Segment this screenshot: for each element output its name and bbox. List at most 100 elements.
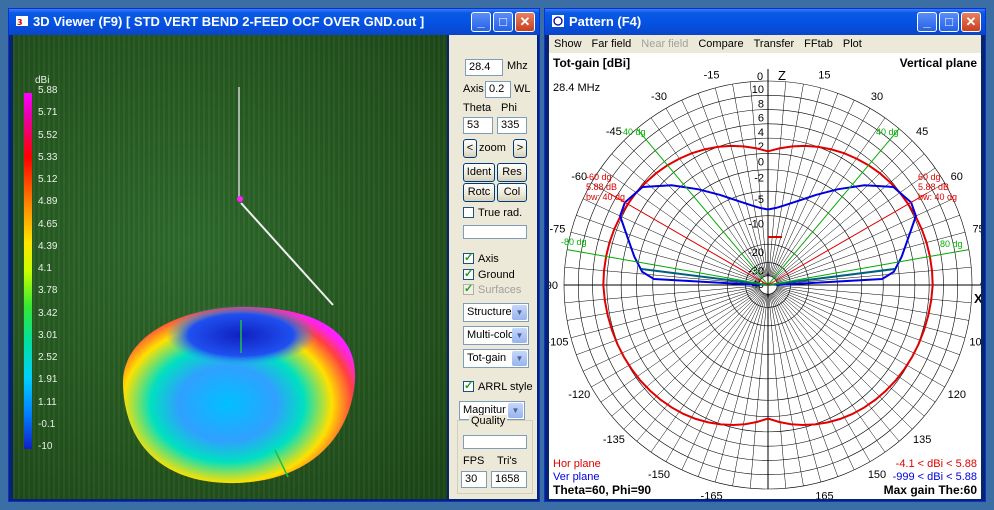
- close-icon[interactable]: ✕: [961, 12, 981, 32]
- beamwidth-label: -40 dg: [620, 127, 646, 137]
- true-rad-check-icon: [463, 207, 474, 218]
- polar-radial: [564, 266, 759, 285]
- zoom-out-button[interactable]: <: [463, 139, 477, 158]
- phi-input[interactable]: 335: [497, 117, 527, 134]
- arrl-style-label: ARRL style: [478, 381, 533, 393]
- polar-radial: [770, 93, 839, 277]
- polar-angle-label: -135: [603, 434, 625, 446]
- rotc-button[interactable]: Rotc: [463, 183, 495, 202]
- viewer-window: 3 3D Viewer (F9) [ STD VERT BEND 2-FEED …: [8, 8, 540, 502]
- col-button[interactable]: Col: [497, 183, 527, 202]
- ring-label: -30: [748, 266, 764, 278]
- true-rad-label: True rad.: [478, 207, 523, 219]
- zoom-in-button[interactable]: >: [513, 139, 527, 158]
- menu-show[interactable]: Show: [549, 35, 587, 53]
- axis-length-input[interactable]: 0.2: [485, 81, 511, 98]
- quality-slider[interactable]: [463, 435, 527, 449]
- 3d-view-canvas[interactable]: dBi 5.88 5.71 5.52 5.33 5.12 4.89 4.65 4.39 4.1 3…: [13, 35, 447, 499]
- ground-checkbox[interactable]: Ground: [463, 267, 515, 281]
- colour-mode-dropdown[interactable]: Multi-colo ▼: [463, 326, 529, 345]
- ring-label: -2: [754, 173, 764, 185]
- ground-label: Ground: [478, 269, 515, 281]
- res-button[interactable]: Res: [497, 163, 527, 182]
- polar-radial: [769, 84, 804, 277]
- polar-radial: [681, 293, 765, 470]
- ring-label: 10: [752, 84, 764, 96]
- tris-label: Tri's: [497, 455, 518, 467]
- surfaces-label: Surfaces: [478, 284, 522, 296]
- max-gain-readout: Max gain The:60: [884, 483, 978, 497]
- max-gain-annotation-right: bw: 40 dg: [918, 192, 957, 202]
- polar-angle-label: 150: [868, 469, 886, 481]
- z-axis-label: Z: [778, 68, 786, 83]
- axis-checkbox-label: Axis: [478, 253, 499, 265]
- true-rad-slider[interactable]: [463, 225, 527, 239]
- legend-hor-plane: Hor plane: [553, 458, 601, 470]
- menu-transfer[interactable]: Transfer: [749, 35, 800, 53]
- polar-radial: [775, 289, 945, 388]
- legend-ver-plane: Ver plane: [553, 471, 599, 483]
- polar-radial: [583, 288, 760, 372]
- polar-radial: [570, 231, 760, 283]
- polar-radial: [650, 292, 763, 453]
- polar-radial: [564, 285, 759, 304]
- pattern-title: Pattern (F4): [569, 14, 642, 29]
- polar-angle-label: -180: [757, 498, 779, 499]
- viewer-titlebar[interactable]: 3 3D Viewer (F9) [ STD VERT BEND 2-FEED …: [9, 9, 539, 35]
- axis-length-label: Axis: [463, 83, 484, 95]
- structure-dropdown-value: Structure: [467, 306, 512, 318]
- theta-input[interactable]: 53: [463, 117, 493, 134]
- beamwidth-label: 40 dg: [876, 127, 899, 137]
- menu-plot[interactable]: Plot: [838, 35, 867, 53]
- max-gain-annotation-right: 5.88 dB: [918, 182, 949, 192]
- feed-point-marker: [237, 196, 243, 202]
- surfaces-checkbox[interactable]: Surfaces: [463, 282, 522, 296]
- beamwidth-label: -80 dg: [561, 237, 587, 247]
- minimize-icon[interactable]: _: [917, 12, 937, 32]
- pattern-menubar: Show Far field Near field Compare Transf…: [549, 35, 981, 53]
- polar-angle-label: 105: [969, 336, 981, 348]
- axis-checkbox[interactable]: Axis: [463, 251, 499, 265]
- ring-label: 4: [758, 127, 764, 139]
- minimize-icon[interactable]: _: [471, 12, 491, 32]
- range-hor-plane: -4.1 < dBi < 5.88: [896, 458, 977, 470]
- frequency-unit: Mhz: [507, 60, 528, 72]
- pattern-app-icon: [551, 11, 565, 27]
- polar-plot-area[interactable]: 0153045607590105120135150165-180-165-150…: [549, 53, 981, 499]
- quality-label: Quality: [469, 415, 508, 427]
- max-gain-annotation-left: bw: 40 dg: [586, 192, 625, 202]
- ring-label: -10: [748, 219, 764, 231]
- polar-radial: [623, 140, 762, 279]
- menu-near-field[interactable]: Near field: [636, 35, 693, 53]
- ring-label: 8: [758, 98, 764, 110]
- pattern-titlebar[interactable]: Pattern (F4) _ □ ✕: [545, 9, 985, 35]
- menu-fftab[interactable]: FFtab: [799, 35, 838, 53]
- polar-radial: [636, 291, 763, 442]
- chevron-down-icon: ▼: [512, 351, 527, 366]
- ident-button[interactable]: Ident: [463, 163, 495, 182]
- fps-value: 30: [461, 471, 487, 488]
- polar-radial: [714, 293, 766, 483]
- polar-angle-label: -75: [549, 224, 565, 236]
- arrl-style-checkbox[interactable]: ARRL style: [463, 379, 533, 393]
- menu-compare[interactable]: Compare: [693, 35, 748, 53]
- gain-type-dropdown[interactable]: Tot-gain ▼: [463, 349, 529, 368]
- polar-radial: [772, 292, 871, 462]
- true-rad-checkbox[interactable]: True rad.: [463, 207, 522, 219]
- axis-length-unit: WL: [514, 83, 531, 95]
- menu-far-field[interactable]: Far field: [587, 35, 637, 53]
- frequency-input[interactable]: 28.4: [465, 59, 503, 76]
- pattern-window: Pattern (F4) _ □ ✕ Show Far field Near f…: [544, 8, 986, 502]
- maximize-icon[interactable]: □: [939, 12, 959, 32]
- close-icon[interactable]: ✕: [515, 12, 535, 32]
- antenna-sloping-wire: [240, 202, 334, 306]
- polar-radial: [591, 289, 761, 388]
- maximize-icon[interactable]: □: [493, 12, 513, 32]
- polar-angle-label: -165: [701, 491, 723, 499]
- theta-label: Theta: [463, 102, 492, 114]
- polar-radial: [611, 290, 762, 417]
- polar-radial: [773, 117, 886, 278]
- ring-label: -20: [748, 247, 764, 259]
- structure-dropdown[interactable]: Structure ▼: [463, 303, 529, 322]
- polar-radial: [774, 140, 913, 279]
